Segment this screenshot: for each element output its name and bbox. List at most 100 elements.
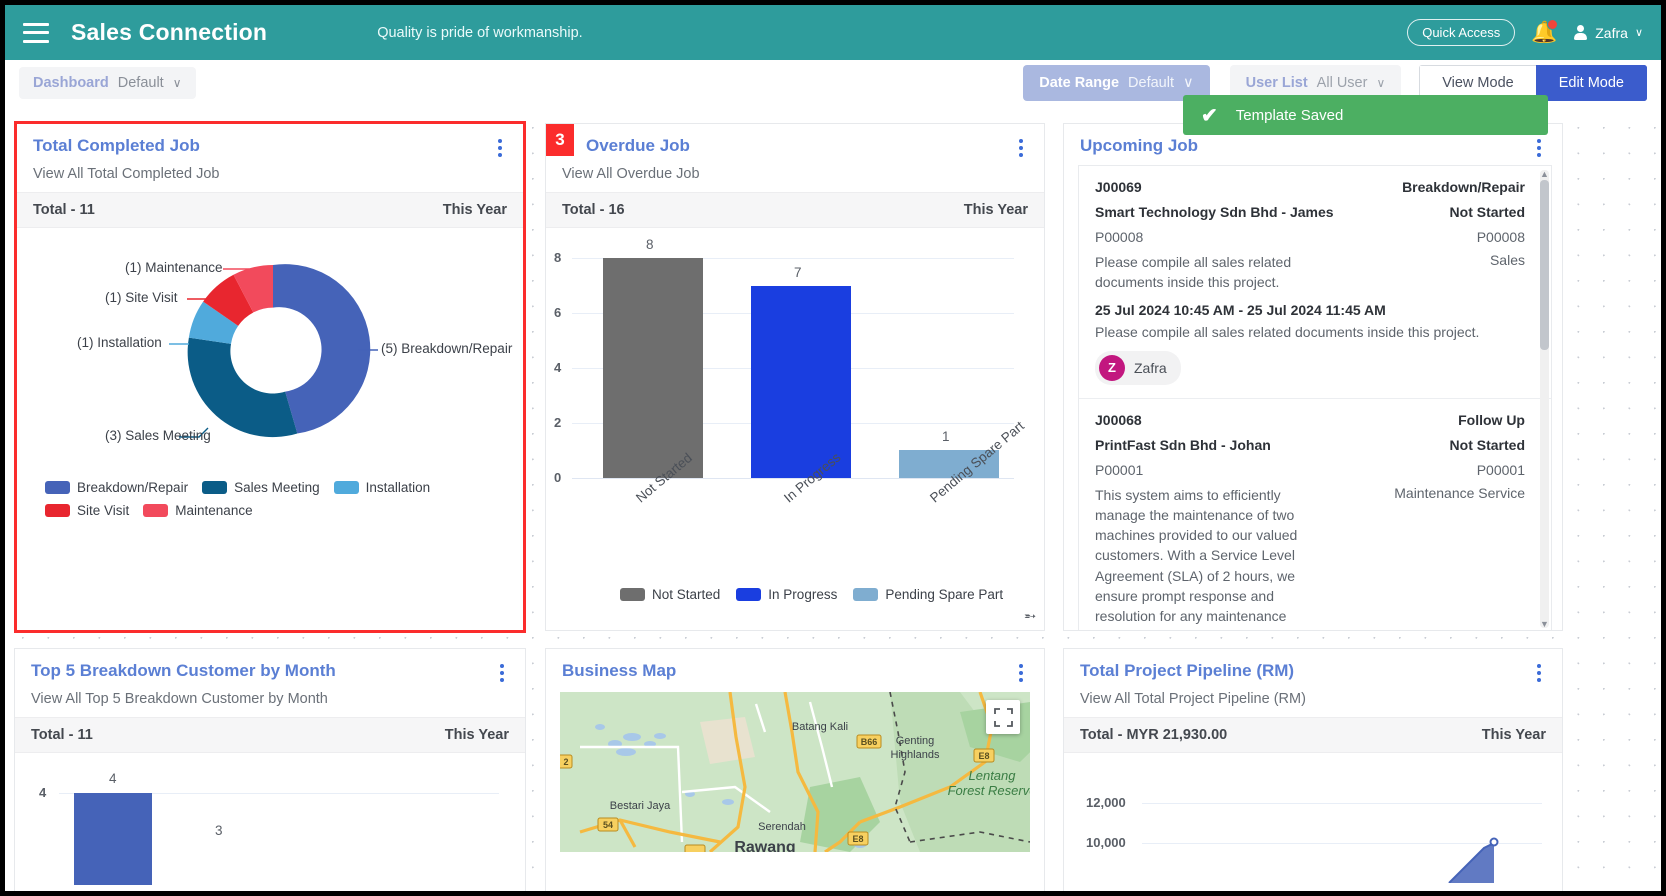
bar-not-started[interactable] — [603, 258, 703, 478]
card-upcoming-job[interactable]: Upcoming Job J00069 Breakdown/Repair Sma… — [1063, 123, 1563, 631]
card-menu-kebab-icon[interactable] — [1530, 661, 1548, 682]
card-period-label: This Year — [444, 727, 509, 743]
card-total-row: Total - MYR 21,930.00 This Year — [1064, 717, 1562, 753]
job-type: Follow Up — [1458, 411, 1525, 428]
ytick-2: 2 — [554, 415, 562, 430]
legend-item-in-progress[interactable]: In Progress — [736, 587, 837, 602]
scroll-up-arrow-icon[interactable]: ▲ — [1540, 169, 1549, 179]
data-point[interactable] — [1489, 837, 1499, 847]
card-title: Business Map — [562, 661, 677, 680]
card-menu-kebab-icon[interactable] — [1530, 136, 1548, 157]
legend-label: Installation — [365, 480, 431, 495]
card-total-project-pipeline[interactable]: Total Project Pipeline (RM) View All Tot… — [1063, 648, 1563, 891]
legend-item-site-visit[interactable]: Site Visit — [45, 503, 129, 518]
card-menu-kebab-icon[interactable] — [491, 136, 509, 157]
ytick-4: 4 — [554, 360, 562, 375]
date-range-selector[interactable]: Date Range Default ∨ — [1023, 64, 1210, 101]
job-status: Not Started — [1449, 436, 1525, 453]
toast-message: Template Saved — [1235, 106, 1344, 124]
legend-swatch — [333, 481, 359, 494]
list-item[interactable]: J00068 Follow Up PrintFast Sdn Bhd - Joh… — [1079, 399, 1551, 630]
legend-swatch — [853, 588, 879, 601]
card-overdue-job[interactable]: 3 Overdue Job View All Overdue Job Total… — [545, 123, 1045, 631]
quick-access-button[interactable]: Quick Access — [1407, 19, 1516, 46]
card-menu-kebab-icon[interactable] — [493, 661, 511, 682]
ytick-0: 0 — [554, 470, 562, 485]
legend-item-pending-spare-part[interactable]: Pending Spare Part — [853, 587, 1003, 602]
overdue-bar-chart[interactable]: 8 6 4 2 0 8 7 1 Not Started In Progress … — [546, 228, 1044, 618]
legend-swatch — [736, 588, 762, 601]
bar-in-progress[interactable] — [751, 286, 851, 478]
map-label-serendah: Serendah — [758, 821, 806, 833]
date-range-value: Default — [1128, 74, 1174, 91]
edit-mode-button[interactable]: Edit Mode — [1535, 64, 1647, 101]
bar-1[interactable] — [74, 793, 152, 885]
bar-value-in-progress: 7 — [794, 265, 802, 280]
card-view-all-link[interactable]: View All Overdue Job — [546, 157, 1044, 192]
template-saved-toast: ✔ Template Saved — [1183, 95, 1548, 135]
job-category: Maintenance Service — [1394, 484, 1525, 501]
map-label-bestari-jaya: Bestari Jaya — [610, 800, 671, 812]
card-total-completed-job[interactable]: Total Completed Job View All Total Compl… — [14, 121, 526, 633]
date-range-label: Date Range — [1039, 74, 1120, 91]
map-label-lentang-2: Forest Reserve — [948, 783, 1030, 798]
map-canvas[interactable]: Batang Kali Genting Highlands Bestari Ja… — [560, 692, 1030, 852]
card-view-all-link[interactable]: View All Total Project Pipeline (RM) — [1064, 682, 1562, 717]
bar-value-pending-spare-part: 1 — [942, 429, 950, 444]
legend-swatch — [202, 481, 228, 494]
legend-item-maintenance[interactable]: Maintenance — [143, 503, 253, 518]
scrollbar-thumb[interactable] — [1540, 180, 1549, 350]
upcoming-job-list[interactable]: J00069 Breakdown/Repair Smart Technology… — [1078, 165, 1552, 630]
chevron-down-icon: ∨ — [1376, 75, 1386, 90]
card-total-label: Total - MYR 21,930.00 — [1080, 727, 1228, 743]
notification-badge-dot — [1547, 18, 1559, 30]
legend-item-installation[interactable]: Installation — [333, 480, 431, 495]
pipeline-line-chart[interactable]: 12,000 10,000 — [1064, 753, 1562, 883]
legend-swatch — [45, 504, 70, 517]
card-menu-kebab-icon[interactable] — [1012, 661, 1030, 682]
card-view-all-link[interactable]: View All Total Completed Job — [17, 157, 523, 192]
slice-sales-meeting[interactable] — [187, 337, 298, 438]
list-scrollbar[interactable]: ▲ ▼ — [1540, 169, 1549, 629]
legend-item-breakdown-repair[interactable]: Breakdown/Repair — [45, 480, 188, 495]
job-customer: PrintFast Sdn Bhd - Johan — [1095, 436, 1271, 453]
notification-bell-icon[interactable]: 🔔 — [1531, 18, 1559, 46]
job-project-right: P00008 — [1476, 229, 1525, 245]
card-view-all-link[interactable]: View All Top 5 Breakdown Customer by Mon… — [15, 682, 525, 717]
map-viewport[interactable]: Batang Kali Genting Highlands Bestari Ja… — [560, 692, 1030, 852]
job-customer-row: PrintFast Sdn Bhd - Johan Not Started — [1095, 437, 1525, 453]
assignee-name: Zafra — [1134, 359, 1167, 376]
user-list-value: All User — [1316, 74, 1368, 91]
user-menu[interactable]: Zafra ∨ — [1573, 25, 1643, 41]
bar-value-not-started: 8 — [646, 237, 654, 252]
user-list-label: User List — [1245, 74, 1308, 91]
job-assignee-chip[interactable]: Z Zafra — [1095, 350, 1181, 385]
card-menu-kebab-icon[interactable] — [1012, 136, 1030, 157]
card-business-map[interactable]: Business Map Batang Kali Genting Highlan… — [545, 648, 1045, 891]
svg-text:2: 2 — [563, 757, 568, 767]
dashboard-canvas: Total Completed Job View All Total Compl… — [5, 105, 1661, 891]
chevron-down-icon: ∨ — [172, 75, 182, 90]
card-header: Top 5 Breakdown Customer by Month — [15, 649, 525, 682]
job-customer-row: Smart Technology Sdn Bhd - James Not Sta… — [1095, 204, 1525, 220]
card-header: Overdue Job — [546, 124, 1044, 157]
card-period-label: This Year — [442, 202, 507, 218]
legend-label: Pending Spare Part — [885, 587, 1004, 602]
card-title: Total Completed Job — [33, 136, 200, 155]
job-header-row: J00068 Follow Up — [1095, 412, 1525, 428]
card-top5-breakdown-customer[interactable]: Top 5 Breakdown Customer by Month View A… — [14, 648, 526, 891]
legend-item-sales-meeting[interactable]: Sales Meeting — [202, 480, 320, 495]
avatar: Z — [1099, 354, 1125, 381]
scroll-down-arrow-icon[interactable]: ▼ — [1540, 619, 1549, 629]
hamburger-menu-icon[interactable] — [23, 22, 49, 43]
legend-item-not-started[interactable]: Not Started — [620, 587, 720, 602]
top5-bar-chart[interactable]: 4 4 3 — [15, 753, 525, 885]
ytick-8: 8 — [554, 250, 562, 265]
job-description-row: Please compile all sales related documen… — [1095, 245, 1525, 293]
job-project-row: P00001 P00001 — [1095, 462, 1525, 478]
dashboard-selector[interactable]: Dashboard Default ∨ — [19, 66, 196, 99]
list-item[interactable]: J00069 Breakdown/Repair Smart Technology… — [1079, 166, 1551, 399]
legend-label: Site Visit — [77, 503, 130, 518]
map-fullscreen-icon[interactable] — [986, 700, 1020, 734]
app-brand-title: Sales Connection — [71, 19, 268, 45]
